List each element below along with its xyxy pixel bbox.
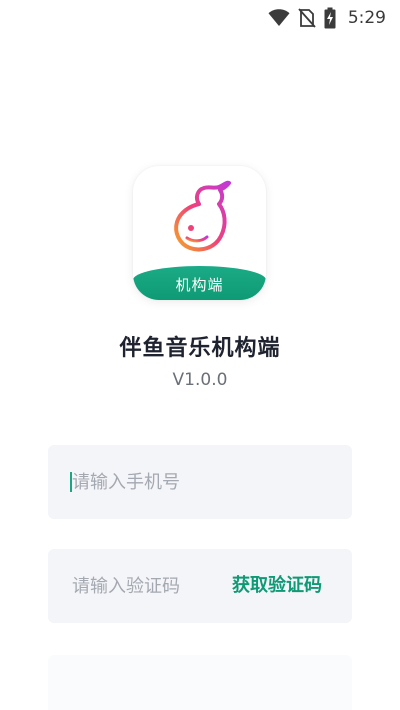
fish-logo-icon xyxy=(174,180,231,252)
wifi-icon xyxy=(268,9,290,27)
status-time: 5:29 xyxy=(347,8,386,28)
app-logo-band: 机构端 xyxy=(133,266,266,300)
no-sim-icon xyxy=(298,8,316,28)
partial-field xyxy=(48,655,352,710)
app-logo-label: 机构端 xyxy=(175,275,224,294)
status-bar: 5:29 xyxy=(0,0,400,36)
get-code-button[interactable]: 获取验证码 xyxy=(232,549,322,623)
app-title: 伴鱼音乐机构端 xyxy=(119,336,281,361)
app-logo: 机构端 xyxy=(133,166,266,300)
verification-code-input[interactable] xyxy=(72,549,212,623)
battery-charging-icon xyxy=(324,7,336,29)
code-field: 获取验证码 xyxy=(48,549,352,623)
status-icons: 5:29 xyxy=(268,6,386,30)
app-version: V1.0.0 xyxy=(172,370,228,390)
phone-input[interactable] xyxy=(72,445,312,519)
phone-field xyxy=(48,445,352,519)
login-screen: 5:29 机构端 伴鱼音乐机构端 V1.0.0 获取验证码 xyxy=(0,0,400,710)
